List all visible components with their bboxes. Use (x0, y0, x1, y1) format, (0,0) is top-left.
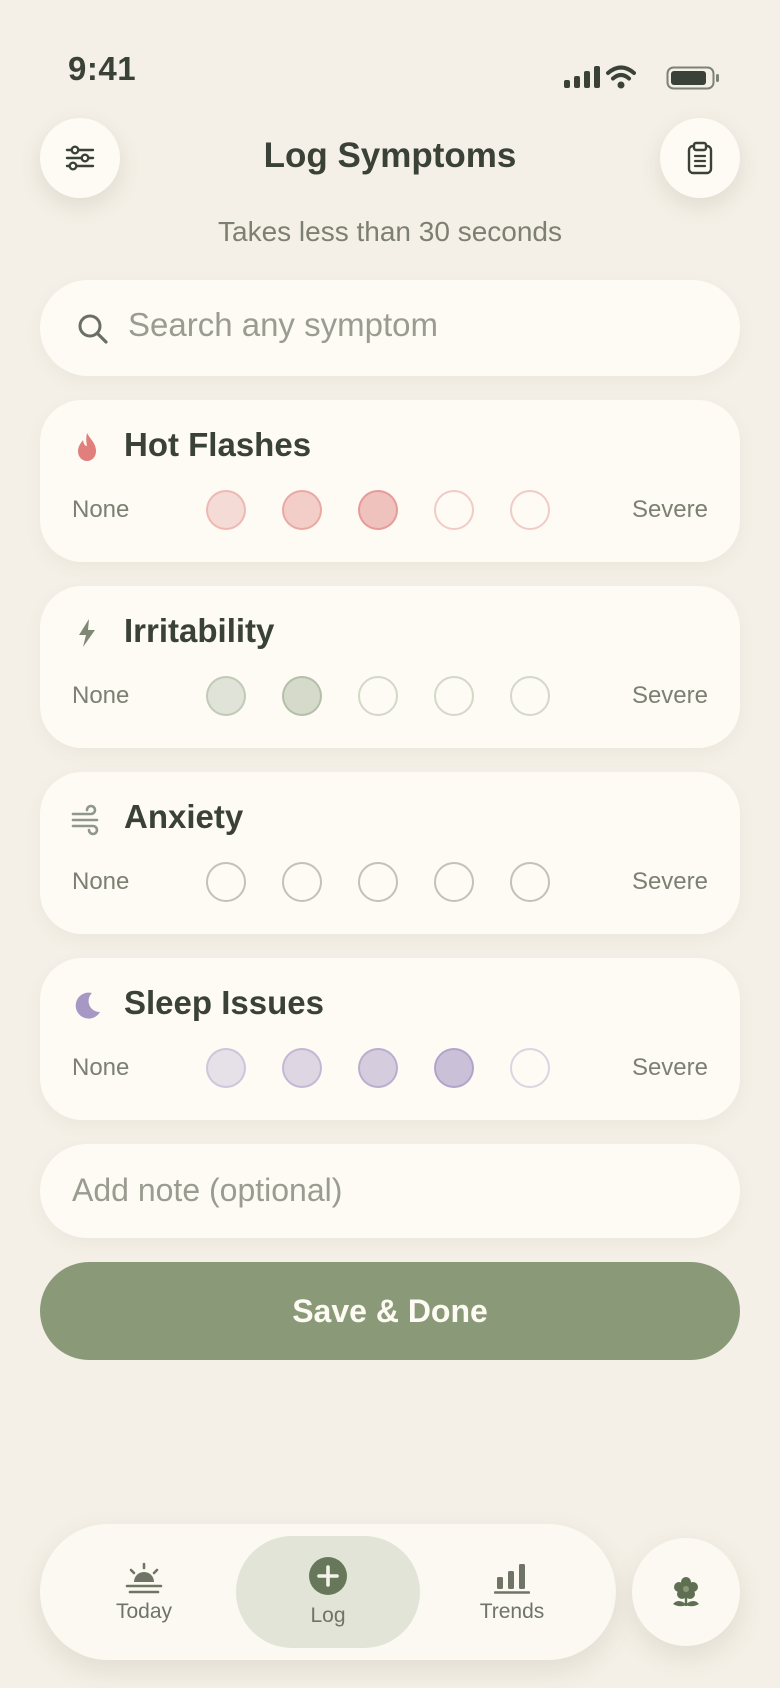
scale-max-label: Severe (631, 868, 708, 895)
severity-dot-4[interactable] (434, 490, 474, 530)
severity-dot-1[interactable] (206, 1048, 246, 1088)
severity-dot-1[interactable] (206, 862, 246, 902)
battery-icon (666, 66, 719, 90)
symptom-name: Anxiety (124, 798, 244, 835)
severity-dot-1[interactable] (206, 490, 246, 530)
scale-max-label: Severe (631, 1054, 708, 1081)
severity-dot-5[interactable] (510, 676, 550, 716)
scale-min-label: None (72, 496, 130, 523)
severity-dot-2[interactable] (282, 862, 322, 902)
severity-dot-5[interactable] (510, 1048, 550, 1088)
lightning-icon (79, 619, 95, 647)
search-input[interactable] (128, 300, 688, 350)
severity-dot-2[interactable] (282, 490, 322, 530)
flower-icon (673, 1577, 699, 1607)
sunrise-icon (125, 1562, 163, 1594)
search-icon (78, 314, 108, 344)
symptom-card-sleep-issues: Sleep Issues None Severe (40, 958, 740, 1120)
symptom-name: Sleep Issues (124, 984, 324, 1021)
nav-label: Today (115, 1600, 173, 1623)
scale-min-label: None (72, 682, 130, 709)
status-time: 9:41 (68, 50, 137, 87)
severity-dot-4[interactable] (434, 862, 474, 902)
plus-circle-icon (309, 1557, 347, 1595)
severity-dot-5[interactable] (510, 490, 550, 530)
wind-icon (71, 804, 99, 836)
history-button[interactable] (660, 118, 740, 198)
severity-dot-3[interactable] (358, 1048, 398, 1088)
scale-max-label: Severe (631, 682, 708, 709)
symptom-card-irritability: Irritability None Severe (40, 586, 740, 748)
scale-min-label: None (72, 868, 130, 895)
severity-dot-5[interactable] (510, 862, 550, 902)
note-input[interactable] (72, 1164, 692, 1216)
symptom-card-hot-flashes: Hot Flashes None Severe (40, 400, 740, 562)
wellness-button[interactable] (632, 1538, 740, 1646)
severity-dot-4[interactable] (434, 1048, 474, 1088)
signal-icon (564, 66, 600, 88)
scale-max-label: Severe (631, 496, 708, 523)
nav-label: Trends (479, 1600, 545, 1623)
severity-dot-1[interactable] (206, 676, 246, 716)
symptom-name: Irritability (124, 612, 275, 649)
severity-dot-2[interactable] (282, 1048, 322, 1088)
save-done-button[interactable]: Save & Done (40, 1262, 740, 1360)
severity-dot-2[interactable] (282, 676, 322, 716)
flame-icon (78, 433, 96, 461)
clipboard-icon (687, 141, 713, 175)
severity-dot-3[interactable] (358, 490, 398, 530)
symptom-card-anxiety: Anxiety None Severe (40, 772, 740, 934)
scale-min-label: None (72, 1054, 130, 1081)
wifi-icon (606, 65, 636, 89)
symptom-name: Hot Flashes (124, 426, 312, 463)
severity-dot-3[interactable] (358, 676, 398, 716)
severity-dot-3[interactable] (358, 862, 398, 902)
nav-item-trends[interactable]: Trends (428, 1548, 596, 1638)
nav-item-log[interactable]: Log (236, 1536, 420, 1648)
nav-label: Log (310, 1604, 346, 1627)
bar-chart-icon (494, 1564, 530, 1594)
page-subtitle: Takes less than 30 seconds (218, 216, 562, 247)
severity-dot-4[interactable] (434, 676, 474, 716)
moon-icon (75, 992, 100, 1019)
nav-item-today[interactable]: Today (60, 1548, 228, 1638)
